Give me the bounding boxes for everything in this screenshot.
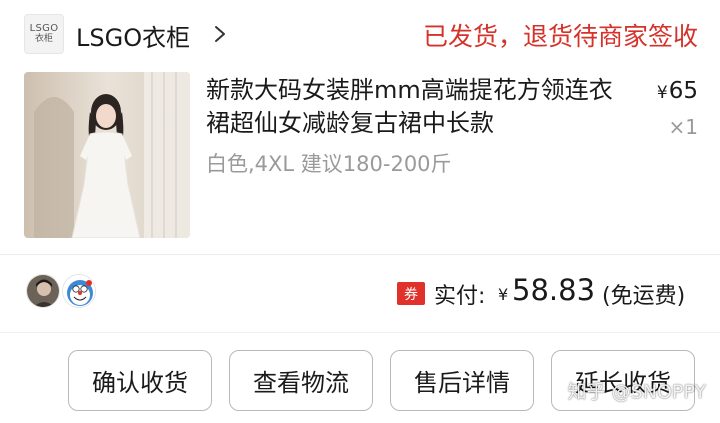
product-price: ¥65 (657, 78, 698, 104)
payment-currency: ¥ (498, 285, 509, 304)
product-spec: 白色,4XL 建议180-200斤 (206, 152, 452, 176)
avatar-cartoon-icon (63, 275, 95, 307)
price-currency: ¥ (656, 83, 668, 103)
store-logo-line2: 衣柜 (34, 33, 53, 44)
product-photo (24, 72, 190, 238)
price-value: 65 (668, 78, 698, 104)
order-status: 已发货，退货待商家签收 (422, 22, 698, 51)
product-title[interactable]: 新款大码女装胖mm高端提花方领连衣裙超仙女减龄复古裙中长款 (206, 74, 626, 140)
coupon-badge: 券 (397, 282, 425, 305)
product-quantity: ×1 (668, 115, 698, 139)
confirm-receipt-button[interactable]: 确认收货 (68, 350, 212, 411)
divider (0, 254, 720, 255)
avatar[interactable] (26, 274, 60, 308)
payment-label: 实付: (434, 284, 486, 309)
store-logo[interactable]: LSGO 衣柜 (24, 14, 64, 54)
watermark: 知乎 @SNOPPY (567, 381, 706, 403)
store-logo-line1: LSGO (29, 23, 59, 35)
payment-amount: 58.83 (512, 273, 596, 307)
shipping-note: (免运费) (602, 284, 686, 309)
avatar[interactable] (62, 274, 96, 308)
chevron-right-icon[interactable] (210, 24, 230, 44)
view-logistics-button[interactable]: 查看物流 (229, 350, 373, 411)
after-sales-details-button[interactable]: 售后详情 (390, 350, 534, 411)
divider (0, 332, 720, 333)
avatar-portrait-icon (27, 275, 59, 307)
product-image[interactable] (24, 72, 190, 238)
store-name-link[interactable]: LSGO衣柜 (76, 18, 190, 53)
